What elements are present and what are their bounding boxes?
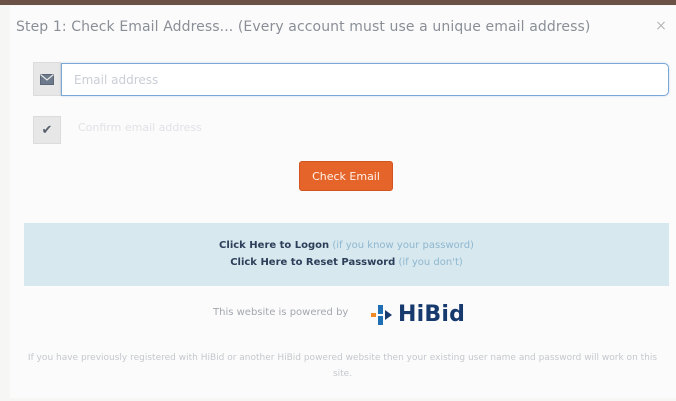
logon-link[interactable]: Click Here to Logon — [219, 240, 329, 251]
hibid-logo: HiBid — [370, 300, 480, 330]
check-email-button[interactable]: Check Email — [299, 161, 393, 191]
logon-hint: (if you know your password) — [332, 240, 474, 251]
reset-line: Click Here to Reset Password (if you don… — [24, 257, 669, 268]
existing-account-note: If you have previously registered with H… — [27, 353, 658, 379]
powered-by-text: This website is powered by — [213, 307, 349, 318]
hibid-logo-text: HiBid — [398, 302, 466, 327]
close-button[interactable]: × — [654, 17, 668, 35]
reset-hint: (if you don't) — [398, 257, 463, 268]
hibid-logo-icon — [371, 305, 392, 325]
reset-password-link[interactable]: Click Here to Reset Password — [230, 257, 395, 268]
email-addon — [33, 62, 61, 96]
confirm-email-text: Confirm email address — [78, 121, 202, 134]
confirm-addon: ✔ — [33, 116, 61, 144]
email-input[interactable] — [61, 63, 669, 96]
top-border — [0, 0, 676, 5]
envelope-icon — [40, 73, 54, 85]
check-icon: ✔ — [41, 122, 53, 138]
logon-line: Click Here to Logon (if you know your pa… — [24, 240, 669, 251]
dialog-title: Step 1: Check Email Address... (Every ac… — [16, 19, 591, 35]
account-links-box: Click Here to Logon (if you know your pa… — [24, 223, 669, 286]
